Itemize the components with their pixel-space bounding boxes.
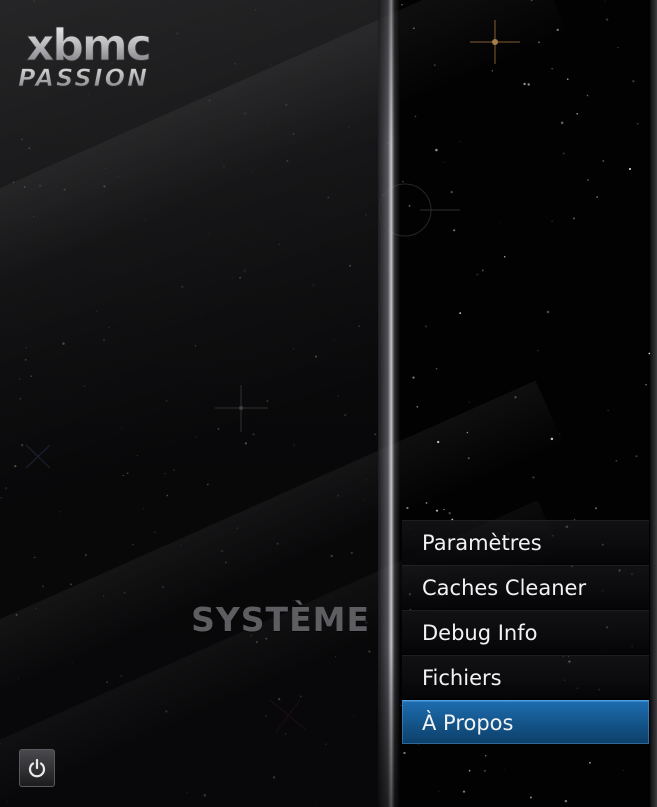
star bbox=[551, 68, 553, 70]
section-title: SYSTÈME bbox=[191, 600, 370, 639]
star bbox=[594, 507, 598, 510]
star bbox=[564, 799, 568, 803]
menu-item-label: À Propos bbox=[422, 710, 514, 735]
menu-item-debug-info[interactable]: Debug Info bbox=[402, 610, 649, 654]
star bbox=[453, 229, 456, 232]
star bbox=[468, 769, 471, 772]
star bbox=[401, 180, 404, 183]
system-menu: Paramètres Caches Cleaner Debug Info Fic… bbox=[402, 520, 649, 745]
star bbox=[645, 384, 647, 386]
star bbox=[408, 204, 411, 207]
star bbox=[607, 409, 609, 412]
star bbox=[546, 310, 550, 314]
xbmc-passion-logo: xbmc PASSION bbox=[18, 22, 153, 92]
star bbox=[604, 0, 606, 2]
star bbox=[586, 94, 589, 97]
star bbox=[529, 796, 532, 799]
panel-divider bbox=[378, 0, 400, 807]
star bbox=[425, 325, 428, 328]
star bbox=[617, 46, 619, 49]
menu-item-label: Paramètres bbox=[422, 530, 542, 555]
star bbox=[485, 755, 487, 757]
star bbox=[615, 459, 618, 462]
menu-item-label: Debug Info bbox=[422, 620, 538, 645]
star bbox=[503, 256, 506, 258]
star bbox=[523, 82, 526, 86]
star bbox=[448, 512, 451, 515]
star bbox=[483, 769, 487, 772]
star bbox=[596, 196, 599, 199]
star bbox=[403, 751, 406, 755]
star bbox=[532, 476, 535, 479]
star bbox=[537, 350, 539, 352]
menu-item-caches-cleaner[interactable]: Caches Cleaner bbox=[402, 565, 649, 609]
star bbox=[414, 115, 417, 118]
star bbox=[491, 70, 493, 72]
star bbox=[636, 122, 639, 125]
star bbox=[416, 405, 419, 408]
star bbox=[527, 83, 530, 86]
star bbox=[572, 217, 576, 220]
star bbox=[576, 112, 579, 115]
star bbox=[605, 18, 609, 21]
star bbox=[401, 4, 403, 6]
star bbox=[551, 220, 553, 222]
star bbox=[468, 401, 470, 403]
star bbox=[435, 148, 438, 152]
menu-item-parametres[interactable]: Paramètres bbox=[402, 520, 649, 564]
right-edge bbox=[650, 0, 657, 807]
star bbox=[438, 790, 440, 792]
menu-item-label: Fichiers bbox=[422, 665, 502, 690]
left-panel bbox=[0, 0, 569, 807]
star bbox=[435, 367, 438, 370]
star bbox=[589, 761, 591, 764]
star bbox=[462, 790, 466, 793]
star bbox=[476, 273, 479, 276]
home-screen: xbmc PASSION SYSTÈME Paramètres Caches C… bbox=[0, 0, 657, 807]
star bbox=[632, 80, 635, 83]
star bbox=[459, 140, 461, 142]
star bbox=[443, 161, 445, 163]
star bbox=[412, 376, 415, 379]
star bbox=[504, 769, 506, 771]
menu-item-label: Caches Cleaner bbox=[422, 575, 587, 600]
star bbox=[443, 509, 445, 511]
star bbox=[628, 167, 632, 171]
menu-item-a-propos[interactable]: À Propos bbox=[402, 700, 649, 744]
star bbox=[450, 190, 453, 194]
star bbox=[635, 455, 638, 458]
menu-item-fichiers[interactable]: Fichiers bbox=[402, 655, 649, 699]
logo-bottom-text: PASSION bbox=[18, 64, 149, 92]
star bbox=[587, 178, 590, 181]
star bbox=[602, 160, 605, 162]
star bbox=[435, 509, 439, 512]
star bbox=[560, 121, 564, 125]
star bbox=[499, 221, 501, 223]
star bbox=[459, 312, 462, 315]
star bbox=[481, 269, 484, 272]
star bbox=[622, 770, 624, 771]
star bbox=[566, 78, 569, 81]
power-button[interactable] bbox=[19, 749, 55, 787]
star bbox=[562, 152, 565, 155]
power-icon bbox=[28, 758, 46, 778]
